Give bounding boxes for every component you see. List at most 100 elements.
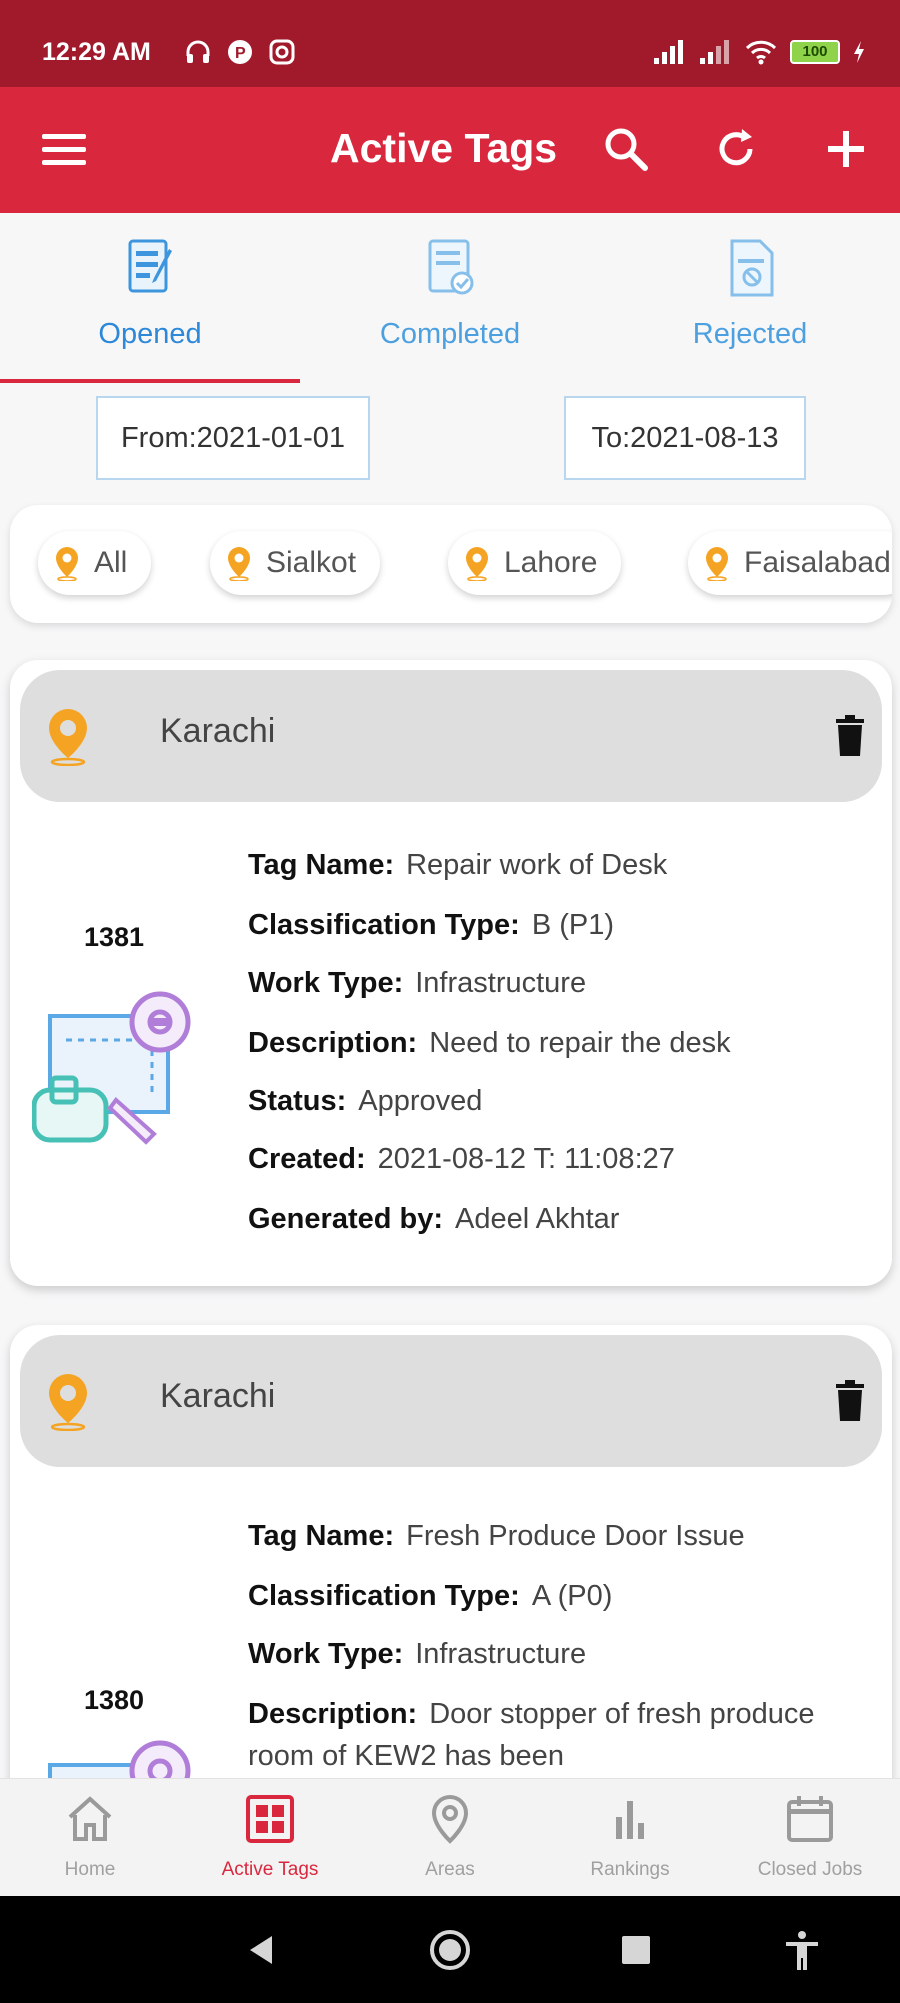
nav-active-tags[interactable]: Active Tags [180,1779,360,1897]
opened-tags-icon [128,239,172,293]
city-filter-row: All Sialkot Lahore Faisalabad [10,505,892,623]
location-pin-icon [228,547,250,581]
refresh-icon[interactable] [712,125,760,173]
field-label: Generated by: [248,1203,443,1235]
field-classification: Classification Type: A (P0) [248,1575,878,1617]
home-button-icon[interactable] [428,1928,472,1972]
field-label: Tag Name: [248,849,395,881]
field-description: Description: Door stopper of fresh produc… [248,1693,878,1777]
page-title: Active Tags [330,125,558,171]
location-pin-icon [431,1794,469,1844]
trash-icon[interactable] [834,714,866,758]
location-pin-icon [466,547,488,581]
signal-icon-2 [700,40,729,64]
field-generated-by: Generated by: Adeel Akhtar [248,1198,878,1240]
field-value: Fresh Produce Door Issue [406,1520,745,1552]
location-pin-icon [56,547,78,581]
card-header: Karachi [20,670,882,802]
chip-label: Sialkot [266,546,357,579]
chip-lahore[interactable]: Lahore [448,531,622,595]
recents-icon[interactable] [614,1928,658,1972]
headset-icon [186,40,210,63]
nav-label: Home [64,1859,116,1880]
chip-label: Lahore [504,546,598,579]
nav-areas[interactable]: Areas [360,1779,540,1897]
field-tag-name: Tag Name: Fresh Produce Door Issue [248,1515,878,1557]
status-tabs: Opened Completed Rejected [0,213,900,383]
notification-icons: P [184,38,296,66]
chip-label: Faisalabad [744,546,891,579]
active-tab-indicator [0,379,300,383]
trash-icon[interactable] [834,1379,866,1423]
maintenance-illustration-icon [32,991,191,1145]
calendar-icon [787,1796,833,1842]
field-value: Adeel Akhtar [455,1203,620,1235]
field-description: Description: Need to repair the desk [248,1022,878,1064]
chip-sialkot[interactable]: Sialkot [210,531,381,595]
status-bar: 12:29 AM P 100 [0,0,900,87]
tab-completed[interactable]: Completed [300,213,600,383]
location-pin-icon [49,709,87,766]
nav-closed-jobs[interactable]: Closed Jobs [720,1779,900,1897]
tab-label: Opened [98,318,202,350]
nav-rankings[interactable]: Rankings [540,1779,720,1897]
rejected-tags-icon [730,239,774,297]
tag-card[interactable]: Karachi 1381 Tag Name: Repair work of Des… [10,660,892,1286]
from-date-field[interactable]: From:2021-01-01 [96,396,370,480]
tag-id: 1381 [84,922,145,952]
field-classification: Classification Type: B (P1) [248,904,878,946]
field-value: Repair work of Desk [406,849,668,881]
chip-all[interactable]: All [38,531,152,595]
card-city: Karachi [160,712,276,750]
app-bar: Active Tags [0,87,900,213]
tab-rejected[interactable]: Rejected [600,213,900,383]
field-value: Infrastructure [415,967,587,999]
field-status: Status: Approved [248,1080,878,1122]
field-created: Created: 2021-08-12 T: 11:08:27 [248,1138,878,1180]
location-pin-icon [49,1374,87,1431]
active-tags-icon [246,1795,294,1843]
card-city: Karachi [160,1377,276,1415]
menu-icon[interactable] [42,132,86,168]
field-work-type: Work Type: Infrastructure [248,962,878,1004]
nav-label: Closed Jobs [757,1859,863,1880]
battery-icon: 100 [790,40,840,64]
field-value: Infrastructure [415,1638,587,1670]
field-work-type: Work Type: Infrastructure [248,1633,878,1675]
field-value: 2021-08-12 T: 11:08:27 [377,1143,675,1175]
card-header: Karachi [20,1335,882,1467]
accessibility-icon[interactable] [780,1928,824,1972]
wifi-icon [745,40,777,65]
field-label: Created: [248,1143,366,1175]
bottom-navigation: Home Active Tags Areas Rankings Closed J… [0,1778,900,1896]
tag-id: 1380 [84,1685,145,1715]
system-navigation-bar [0,1896,900,2003]
signal-icon [654,40,683,64]
search-icon[interactable] [602,125,650,173]
nav-label: Active Tags [221,1859,319,1880]
chip-faisalabad[interactable]: Faisalabad [688,531,892,595]
field-tag-name: Tag Name: Repair work of Desk [248,844,878,886]
field-value: Need to repair the desk [429,1027,731,1059]
field-label: Classification Type: [248,909,520,941]
nav-label: Areas [425,1859,475,1880]
chip-label: All [94,546,128,579]
field-value: Approved [358,1085,483,1117]
to-date-field[interactable]: To:2021-08-13 [564,396,806,480]
field-label: Status: [248,1085,347,1117]
svg-text:P: P [235,45,246,62]
field-value: A (P0) [531,1580,613,1612]
charging-icon [854,41,864,63]
field-label: Description: [248,1698,418,1730]
back-icon[interactable] [240,1928,284,1972]
field-label: Classification Type: [248,1580,520,1612]
nav-label: Rankings [590,1859,670,1880]
tab-opened[interactable]: Opened [0,213,300,383]
home-icon [68,1796,112,1841]
system-status-icons: 100 [652,38,866,66]
nav-home[interactable]: Home [0,1779,180,1897]
bar-chart-icon [616,1801,644,1839]
status-time: 12:29 AM [42,38,151,66]
add-icon[interactable] [822,125,870,173]
field-value: B (P1) [531,909,614,941]
